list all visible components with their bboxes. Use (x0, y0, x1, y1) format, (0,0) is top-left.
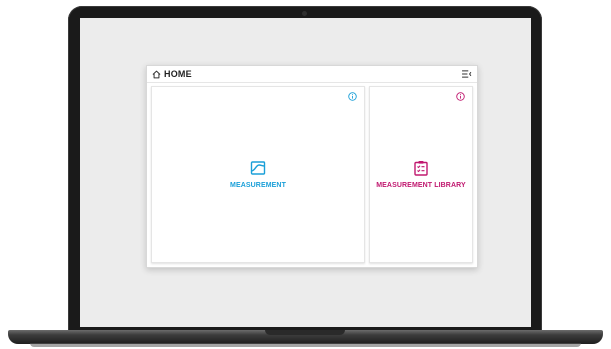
menu-toggle-button[interactable] (460, 70, 472, 79)
measurement-card[interactable]: MEASUREMENT (151, 86, 365, 263)
info-icon[interactable] (456, 92, 465, 101)
home-icon (152, 70, 161, 78)
top-bar: HOME (147, 66, 477, 83)
collapse-menu-icon (461, 70, 471, 78)
measurement-library-label: MEASUREMENT LIBRARY (376, 182, 466, 189)
laptop-screen: HOME MEASUREMENT MEASUREMENT LIBRARY (80, 18, 531, 327)
laptop-base-shadow (30, 343, 581, 347)
webcam (302, 11, 307, 16)
info-icon[interactable] (348, 92, 357, 101)
page-title: HOME (164, 69, 192, 79)
laptop-mockup: HOME MEASUREMENT MEASUREMENT LIBRARY (0, 0, 611, 349)
laptop-hinge-notch (265, 330, 345, 335)
home-breadcrumb[interactable]: HOME (152, 69, 192, 79)
card-grid: MEASUREMENT MEASUREMENT LIBRARY (151, 86, 473, 263)
measurement-label: MEASUREMENT (230, 182, 286, 189)
clipboard-list-icon (414, 161, 428, 176)
measurement-library-card[interactable]: MEASUREMENT LIBRARY (369, 86, 473, 263)
chart-area-icon (250, 161, 266, 175)
app-window: HOME MEASUREMENT MEASUREMENT LIBRARY (146, 65, 478, 268)
